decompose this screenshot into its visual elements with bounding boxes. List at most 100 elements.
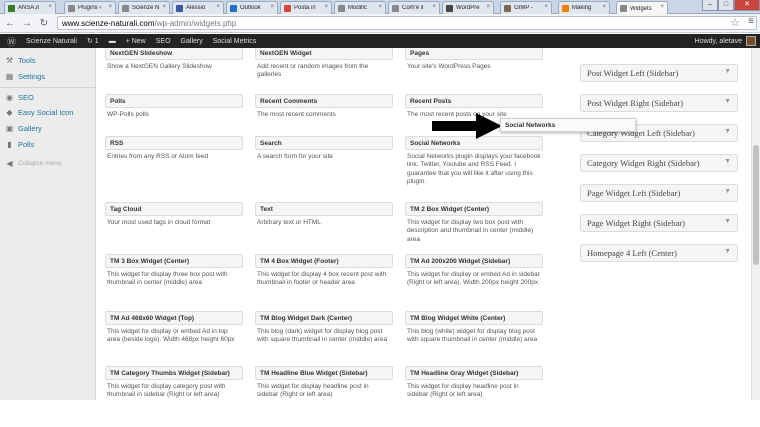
widget-item[interactable]: Search A search form for your site [255, 136, 393, 161]
widget-item[interactable]: Tag Cloud Your most used tags in cloud fo… [105, 202, 243, 227]
tab-close-icon[interactable]: × [660, 4, 664, 10]
sidebar-item-polls[interactable]: ▮ Polls [0, 137, 96, 152]
sidebar-area[interactable]: Page Widget Left (Sidebar) ▼ [580, 184, 738, 202]
browser-tab[interactable]: ANSA.it × [4, 1, 56, 14]
widget-title[interactable]: TM 4 Box Widget (Footer) [255, 254, 393, 268]
widget-title[interactable]: Tag Cloud [105, 202, 243, 216]
browser-tab[interactable]: Modific × [334, 1, 386, 14]
tab-close-icon[interactable]: × [324, 4, 328, 10]
widget-item[interactable]: Pages Your site's WordPress Pages [405, 48, 543, 71]
chevron-down-icon[interactable]: ▼ [724, 188, 731, 195]
widget-title[interactable]: TM Ad 200x200 Widget (Sidebar) [405, 254, 543, 268]
sidebar-area[interactable]: Category Widget Right (Sidebar) ▼ [580, 154, 738, 172]
browser-tab[interactable]: Outlook × [226, 1, 278, 14]
tab-close-icon[interactable]: × [108, 4, 112, 10]
browser-tab[interactable]: WordPre × [442, 1, 494, 14]
widget-item[interactable]: TM 2 Box Widget (Center) This widget for … [405, 202, 543, 244]
back-arrow-icon[interactable]: ← [3, 18, 17, 29]
tab-close-icon[interactable]: × [378, 4, 382, 10]
admin-bar-seo[interactable]: SEO [156, 38, 171, 45]
browser-tab[interactable]: GIMP - × [500, 1, 552, 14]
widget-item[interactable]: TM Category Thumbs Widget (Sidebar) This … [105, 366, 243, 400]
widget-title[interactable]: Recent Posts [405, 94, 543, 108]
widget-item[interactable]: TM 4 Box Widget (Footer) This widget for … [255, 254, 393, 288]
widget-title[interactable]: TM 3 Box Widget (Center) [105, 254, 243, 268]
bookmark-star-icon[interactable]: ☆ [730, 16, 740, 29]
admin-bar-social-metrics[interactable]: Social Metrics [213, 38, 257, 45]
widget-item[interactable]: TM Ad 200x200 Widget (Sidebar) This widge… [405, 254, 543, 288]
maximize-button[interactable]: □ [718, 0, 734, 11]
avatar[interactable] [746, 36, 756, 46]
widget-title[interactable]: NextGEN Slideshow [105, 48, 243, 60]
admin-bar-new[interactable]: + New [126, 38, 146, 45]
sidebar-area[interactable]: Homepage 4 Left (Center) ▼ [580, 244, 738, 262]
widget-item[interactable]: RSS Entries from any RSS or Atom feed [105, 136, 243, 161]
minimize-button[interactable]: – [702, 0, 718, 11]
browser-tab[interactable]: Widgets × [616, 1, 668, 15]
admin-bar-site-name[interactable]: Scienze Naturali [26, 38, 77, 45]
widget-item[interactable]: TM Ad 468x60 Widget (Top) This widget for… [105, 311, 243, 345]
scrollbar-thumb[interactable] [753, 145, 759, 265]
widget-title[interactable]: TM 2 Box Widget (Center) [405, 202, 543, 216]
wordpress-logo-icon[interactable]: Ⓦ [7, 35, 16, 48]
close-window-button[interactable]: ✕ [734, 0, 760, 11]
admin-bar-gallery[interactable]: Gallery [181, 38, 203, 45]
widget-title[interactable]: Polls [105, 94, 243, 108]
tab-close-icon[interactable]: × [602, 4, 606, 10]
dragged-widget[interactable]: Social Networks [500, 118, 636, 132]
widget-item[interactable]: TM Blog Widget Dark (Center) This blog (d… [255, 311, 393, 345]
browser-tab[interactable]: Scienze N × [118, 1, 170, 14]
widget-item[interactable]: TM 3 Box Widget (Center) This widget for … [105, 254, 243, 288]
sidebar-item-social[interactable]: ◆ Easy Social Icon [0, 105, 96, 120]
widget-title[interactable]: RSS [105, 136, 243, 150]
widget-item[interactable]: TM Blog Widget White (Center) This blog (… [405, 311, 543, 345]
browser-tab[interactable]: Making × [558, 1, 610, 14]
widget-item[interactable]: Social Networks Social Networks plugin di… [405, 136, 543, 186]
tab-close-icon[interactable]: × [162, 4, 166, 10]
browser-tab[interactable]: Posta in × [280, 1, 332, 14]
browser-menu-icon[interactable]: ≡ [748, 16, 754, 27]
browser-tab[interactable]: Alessio × [172, 1, 224, 14]
tab-close-icon[interactable]: × [216, 4, 220, 10]
widget-item[interactable]: NextGEN Slideshow Show a NextGEN Gallery … [105, 48, 243, 71]
admin-bar-howdy[interactable]: Howdy, aletave [695, 38, 742, 45]
widget-item[interactable]: Polls WP-Polls polls [105, 94, 243, 119]
widget-title[interactable]: TM Blog Widget White (Center) [405, 311, 543, 325]
sidebar-item-collapse[interactable]: ◀ Collapse menu [0, 156, 96, 171]
widget-title[interactable]: TM Category Thumbs Widget (Sidebar) [105, 366, 243, 380]
chevron-down-icon[interactable]: ▼ [724, 248, 731, 255]
tab-close-icon[interactable]: × [270, 4, 274, 10]
widget-title[interactable]: Text [255, 202, 393, 216]
widget-title[interactable]: TM Ad 468x60 Widget (Top) [105, 311, 243, 325]
comments-icon[interactable]: ▬ [109, 38, 116, 45]
widget-item[interactable]: TM Headline Gray Widget (Sidebar) This wi… [405, 366, 543, 400]
widget-item[interactable]: NextGEN Widget Add recent or random image… [255, 48, 393, 80]
forward-arrow-icon[interactable]: → [20, 18, 34, 29]
sidebar-area[interactable]: Post Widget Right (Sidebar) ▼ [580, 94, 738, 112]
widget-title[interactable]: NextGEN Widget [255, 48, 393, 60]
tab-close-icon[interactable]: × [432, 4, 436, 10]
chevron-down-icon[interactable]: ▼ [724, 218, 731, 225]
updates-icon[interactable]: ↻ 1 [87, 37, 99, 45]
widget-item[interactable]: TM Headline Blue Widget (Sidebar) This wi… [255, 366, 393, 400]
sidebar-item-gallery[interactable]: ▣ Gallery [0, 121, 96, 136]
widget-title[interactable]: Pages [405, 48, 543, 60]
url-input[interactable]: www.scienze-naturali.com/wp-admin/widget… [57, 16, 757, 30]
sidebar-area[interactable]: Page Widget Right (Sidebar) ▼ [580, 214, 738, 232]
tab-close-icon[interactable]: × [48, 4, 52, 10]
widget-title[interactable]: TM Headline Gray Widget (Sidebar) [405, 366, 543, 380]
tab-close-icon[interactable]: × [486, 4, 490, 10]
sidebar-item-seo[interactable]: ◉ SEO [0, 90, 96, 105]
browser-tab[interactable]: Plugins ‹ × [64, 1, 116, 14]
sidebar-area[interactable]: Post Widget Left (Sidebar) ▼ [580, 64, 738, 82]
chevron-down-icon[interactable]: ▼ [724, 158, 731, 165]
chevron-down-icon[interactable]: ▼ [724, 98, 731, 105]
widget-title[interactable]: Recent Comments [255, 94, 393, 108]
widget-title[interactable]: TM Headline Blue Widget (Sidebar) [255, 366, 393, 380]
sidebar-item-wrench[interactable]: ⚒ Tools [0, 53, 96, 68]
widget-title[interactable]: TM Blog Widget Dark (Center) [255, 311, 393, 325]
reload-icon[interactable]: ↻ [37, 18, 51, 29]
scrollbar[interactable] [751, 48, 760, 400]
widget-title[interactable]: Search [255, 136, 393, 150]
browser-tab[interactable]: Com'è il × [388, 1, 440, 14]
